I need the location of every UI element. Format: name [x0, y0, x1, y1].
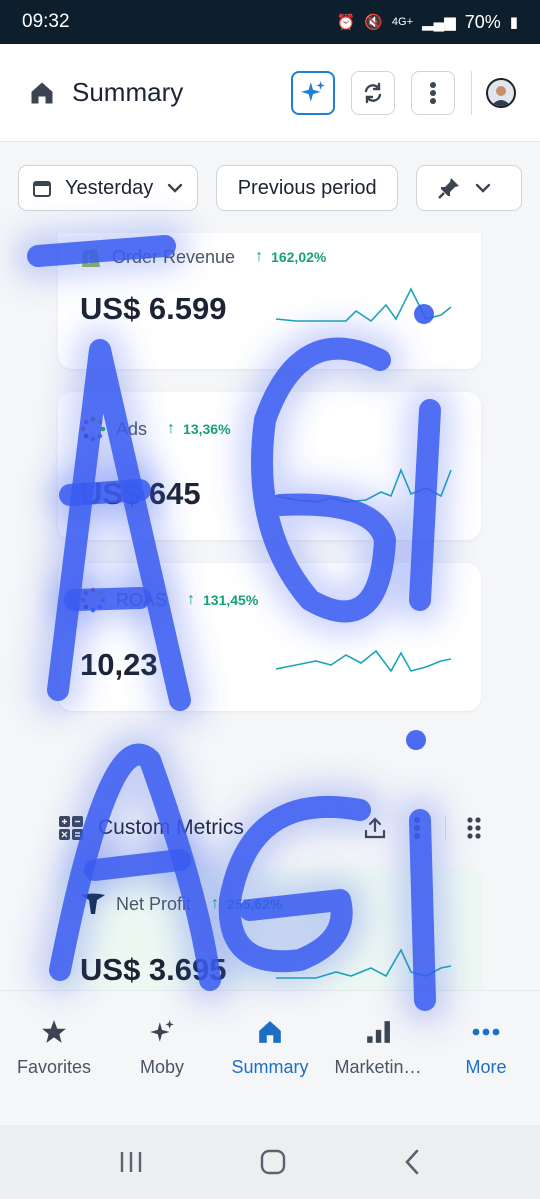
- status-time: 09:32: [22, 11, 70, 32]
- more-vertical-icon: [430, 81, 436, 104]
- metric-change: 13,36%: [183, 421, 231, 437]
- nav-label: Moby: [139, 1057, 184, 1077]
- more-vertical-icon: [414, 817, 420, 839]
- refresh-button[interactable]: [351, 70, 395, 115]
- bottom-nav: Favorites Moby Summary Marketin… More: [0, 990, 540, 1125]
- battery-level: 70%: [464, 11, 501, 32]
- refresh-icon: [364, 82, 382, 103]
- sparkline-chart: [276, 287, 452, 323]
- metric-change: 255,62%: [227, 896, 283, 912]
- filter-bar: Yesterday Previous period: [0, 143, 540, 233]
- metric-card-order-revenue[interactable]: Order Revenue ↑ 162,02% US$ 6.599: [58, 233, 481, 369]
- metric-value: 10,23: [80, 647, 158, 682]
- app-header: Summary: [0, 44, 540, 142]
- options-button[interactable]: [411, 70, 455, 115]
- metric-label: Ads: [116, 418, 148, 439]
- chevron-down-icon: [168, 183, 183, 193]
- status-bar: 09:32 ⏰ 🔇 4G+ ▂▄▆ 70% ▮: [0, 0, 540, 44]
- summary-content[interactable]: Order Revenue ↑ 162,02% US$ 6.599 Ads ↑ …: [0, 233, 540, 990]
- nav-label: Marketin…: [334, 1057, 422, 1077]
- page-title: Summary: [72, 77, 184, 107]
- ads-dots-icon: [80, 416, 106, 442]
- home-icon: [259, 1021, 281, 1043]
- metric-label: Net Profit: [116, 893, 192, 914]
- shopify-icon: [82, 249, 100, 267]
- nav-label: Summary: [231, 1057, 309, 1077]
- header-divider: [471, 70, 472, 115]
- user-avatar-icon: [491, 85, 511, 106]
- nav-item-marketing[interactable]: Marketin…: [324, 1019, 432, 1125]
- arrow-up-icon: ↑: [187, 591, 196, 608]
- date-range-label: Yesterday: [65, 176, 154, 199]
- status-icons: ⏰ 🔇 4G+ ▂▄▆ 70% ▮: [337, 12, 518, 33]
- sparkline-chart: [276, 467, 452, 503]
- home-icon[interactable]: [28, 79, 56, 107]
- calculator-icon: [59, 816, 83, 840]
- metric-label: Order Revenue: [112, 246, 236, 267]
- date-range-dropdown[interactable]: Yesterday: [18, 165, 199, 211]
- system-nav-bar: [0, 1125, 540, 1199]
- triple-whale-icon: [81, 893, 105, 914]
- metric-label-row: Ads ↑ 13,36%: [80, 416, 231, 442]
- sparkle-icon: [301, 80, 325, 102]
- nav-item-summary[interactable]: Summary: [216, 1019, 324, 1125]
- metric-label-row: ROAS ↑ 131,45%: [80, 587, 258, 613]
- nav-label: Favorites: [16, 1057, 92, 1077]
- sparkline-chart: [276, 948, 452, 979]
- compare-period-label: Previous period: [237, 176, 377, 199]
- nav-label: More: [465, 1057, 507, 1077]
- metric-label: ROAS: [116, 589, 168, 610]
- bar-chart-icon: [367, 1021, 390, 1043]
- metric-value: US$ 645: [80, 476, 201, 511]
- section-title: Custom Metrics: [98, 816, 244, 839]
- arrow-up-icon: ↑: [255, 248, 264, 265]
- metric-value: US$ 3.695: [80, 952, 227, 987]
- metric-change: 162,02%: [271, 249, 327, 265]
- mute-icon: 🔇: [364, 14, 383, 31]
- more-dots-icon: [472, 1028, 500, 1036]
- back-icon[interactable]: [402, 1148, 422, 1176]
- pin-icon: [438, 178, 460, 199]
- drag-handle[interactable]: [460, 814, 488, 842]
- metric-label-row: Net Profit ↑ 255,62%: [80, 892, 282, 916]
- alarm-icon: ⏰: [336, 14, 356, 31]
- recent-apps-icon[interactable]: [118, 1149, 144, 1175]
- metric-label-row: Order Revenue ↑ 162,02%: [80, 245, 326, 269]
- chevron-down-icon: [475, 183, 491, 193]
- arrow-up-icon: ↑: [167, 420, 176, 437]
- compare-period-button[interactable]: Previous period: [216, 165, 399, 211]
- sparkline-chart: [276, 649, 452, 673]
- section-divider: [445, 816, 446, 840]
- arrow-up-icon: ↑: [211, 895, 220, 912]
- avatar[interactable]: [486, 77, 516, 108]
- metric-change: 131,45%: [203, 592, 259, 608]
- share-button[interactable]: [361, 814, 389, 842]
- network-label: 4G+: [391, 16, 413, 28]
- metric-card-net-profit[interactable]: Net Profit ↑ 255,62% US$ 3.695: [58, 868, 481, 990]
- ai-sparkle-button[interactable]: [291, 70, 335, 115]
- sparkle-icon: [150, 1020, 174, 1042]
- signal-icon: ▂▄▆: [422, 14, 456, 31]
- nav-item-moby[interactable]: Moby: [108, 1019, 216, 1125]
- metric-card-roas[interactable]: ROAS ↑ 131,45% 10,23: [58, 563, 481, 711]
- metric-value: US$ 6.599: [80, 291, 227, 326]
- custom-metrics-header: Custom Metrics: [58, 808, 488, 848]
- nav-item-more[interactable]: More: [432, 1019, 540, 1125]
- pin-dropdown[interactable]: [416, 165, 522, 211]
- home-button-icon[interactable]: [259, 1148, 287, 1176]
- roas-dots-icon: [80, 587, 106, 613]
- nav-item-favorites[interactable]: Favorites: [0, 1019, 108, 1125]
- upload-icon: [364, 817, 386, 839]
- battery-icon: ▮: [509, 14, 518, 31]
- section-options-button[interactable]: [403, 814, 431, 842]
- drag-grid-icon: [467, 817, 481, 839]
- metric-card-ads[interactable]: Ads ↑ 13,36% US$ 645: [58, 392, 481, 540]
- star-icon: [42, 1020, 66, 1043]
- calendar-icon: [33, 181, 51, 197]
